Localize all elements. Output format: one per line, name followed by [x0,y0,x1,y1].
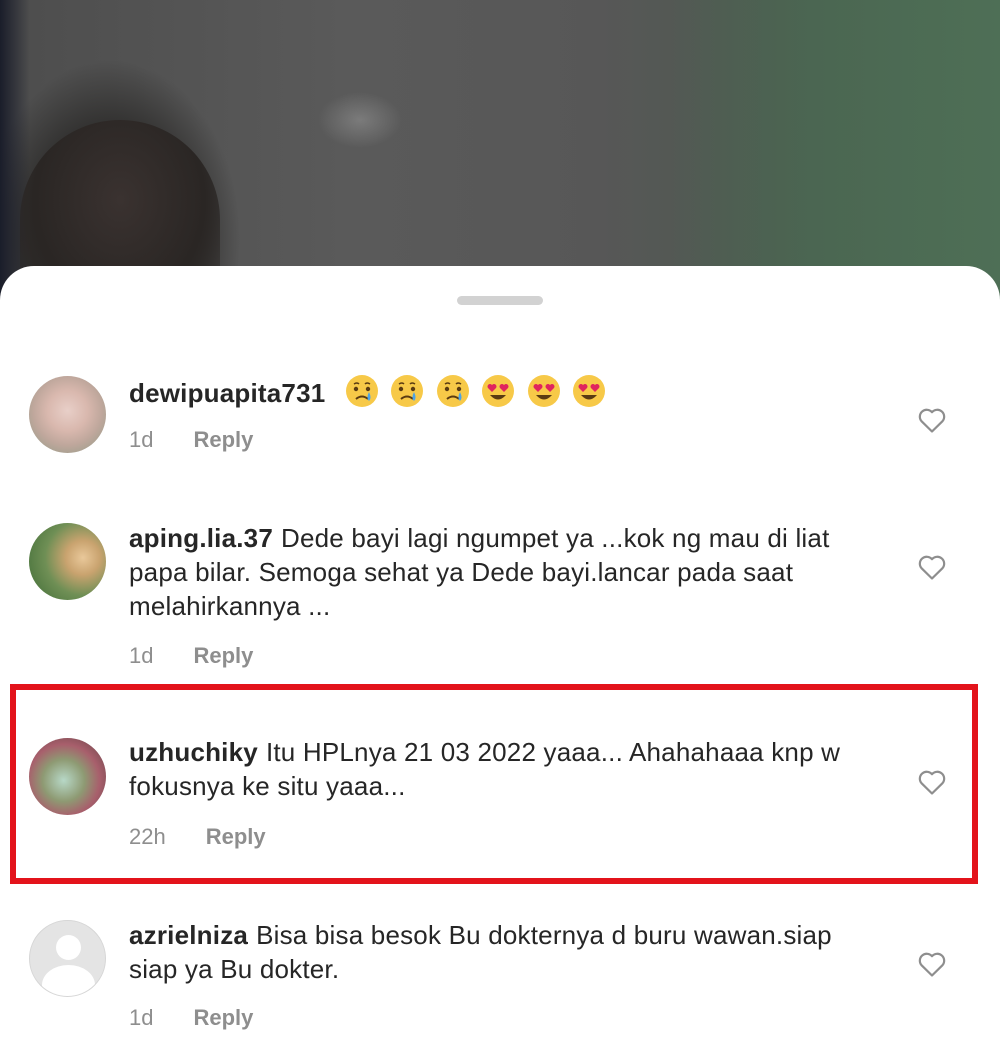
default-avatar-head [56,935,81,960]
comment-meta: 1d Reply [129,427,253,453]
heart-outline-icon[interactable] [917,553,947,581]
sheet-drag-handle[interactable] [457,296,543,305]
heart-eyes-face-icon [573,375,606,407]
reply-button[interactable]: Reply [193,643,253,669]
comment-username[interactable]: azrielniza [129,920,248,950]
crying-face-icon [345,375,378,407]
comment-meta: 1d Reply [129,643,253,669]
avatar[interactable] [29,376,106,453]
comment-meta: 1d Reply [129,1005,253,1031]
video-green-panel [670,0,1000,300]
comment-username[interactable]: aping.lia.37 [129,523,273,553]
comments-sheet: dewipuapita731 1d Reply aping.lia.37 Dede … [0,266,1000,1061]
comment-username[interactable]: dewipuapita731 [129,378,325,408]
crying-face-icon [436,375,469,407]
comment-text: azrielniza Bisa bisa besok Bu dokternya d… [129,918,869,986]
reply-button[interactable]: Reply [193,427,253,453]
heart-outline-icon[interactable] [917,406,947,434]
heart-eyes-face-icon [527,375,560,407]
comment-time: 1d [129,643,154,668]
avatar[interactable] [29,920,106,997]
comment-text: aping.lia.37 Dede bayi lagi ngumpet ya ..… [129,521,869,623]
comment-time: 1d [129,427,154,452]
heart-eyes-face-icon [482,375,515,407]
comment-time: 1d [129,1005,154,1030]
heart-outline-icon[interactable] [917,950,947,978]
highlight-box [10,684,978,884]
comment-text: dewipuapita731 [129,374,869,410]
reply-button[interactable]: Reply [193,1005,253,1031]
default-avatar-body [42,965,95,996]
comment-emojis [333,375,606,408]
avatar[interactable] [29,523,106,600]
video-background [0,0,1000,320]
crying-face-icon [391,375,424,407]
